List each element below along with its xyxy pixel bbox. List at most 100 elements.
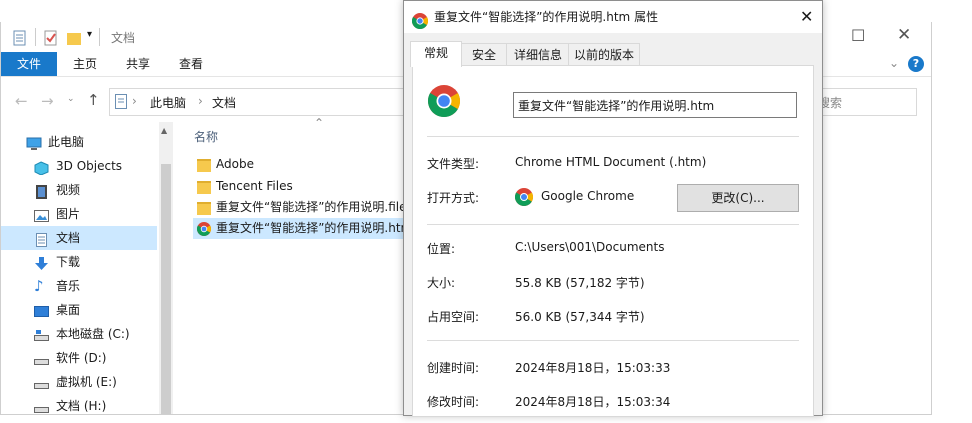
value-location: C:\Users\001\Documents bbox=[515, 240, 665, 254]
nav-item-3d-objects[interactable]: 3D Objects bbox=[1, 154, 157, 178]
nav-item-drive-d[interactable]: 软件 (D:) bbox=[1, 346, 157, 370]
folder-icon bbox=[197, 181, 211, 194]
file-list: 名称 ⌃ Adobe Tencent Files 重复文件“智能选择”的作用说明… bbox=[179, 116, 405, 414]
breadcrumb-documents[interactable]: 文档 bbox=[212, 94, 236, 111]
file-name-field[interactable]: 重复文件“智能选择”的作用说明.htm bbox=[513, 92, 797, 118]
tab-general[interactable]: 常规 bbox=[410, 41, 462, 67]
help-icon[interactable]: ? bbox=[908, 56, 924, 72]
nav-item-music[interactable]: ♪ 音乐 bbox=[1, 274, 157, 298]
nav-label: 软件 (D:) bbox=[56, 351, 107, 365]
label-size: 大小: bbox=[427, 276, 456, 290]
nav-label: 3D Objects bbox=[56, 159, 123, 173]
document-icon bbox=[13, 30, 27, 46]
divider bbox=[427, 340, 799, 341]
list-item[interactable]: Adobe bbox=[193, 154, 405, 175]
drive-icon bbox=[34, 399, 49, 413]
properties-icon[interactable] bbox=[44, 30, 58, 46]
breadcrumb-separator-icon: › bbox=[132, 94, 137, 108]
breadcrumb-this-pc[interactable]: 此电脑 bbox=[150, 94, 186, 111]
properties-dialog: 重复文件“智能选择”的作用说明.htm 属性 ✕ 常规 安全 详细信息 以前的版… bbox=[403, 0, 823, 417]
column-header-name[interactable]: 名称 bbox=[194, 128, 218, 145]
nav-label: 下载 bbox=[56, 255, 81, 269]
dialog-titlebar: 重复文件“智能选择”的作用说明.htm 属性 ✕ bbox=[404, 1, 822, 33]
nav-label: 文档 (H:) bbox=[56, 399, 107, 413]
value-modified: 2024年8月18日，15:03:34 bbox=[515, 395, 671, 409]
nav-item-desktop[interactable]: 桌面 bbox=[1, 298, 157, 322]
nav-item-downloads[interactable]: 下载 bbox=[1, 250, 157, 274]
close-icon[interactable]: ✕ bbox=[897, 25, 911, 45]
folder-icon bbox=[197, 202, 211, 215]
video-icon bbox=[34, 183, 49, 199]
tab-security[interactable]: 安全 bbox=[460, 43, 508, 66]
label-modified: 修改时间: bbox=[427, 395, 480, 409]
nav-item-documents[interactable]: 文档 bbox=[1, 226, 157, 250]
list-item[interactable]: 重复文件“智能选择”的作用说明.files bbox=[193, 197, 405, 218]
music-icon: ♪ bbox=[34, 277, 44, 295]
divider bbox=[427, 136, 799, 137]
file-name: Tencent Files bbox=[216, 179, 293, 193]
navigation-pane: 此电脑 3D Objects 视频 图片 文档 下载 ♪ 音乐 桌面 本地磁盘 … bbox=[1, 122, 173, 414]
value-size: 55.8 KB (57,182 字节) bbox=[515, 276, 645, 290]
divider bbox=[427, 224, 799, 225]
nav-label: 文档 bbox=[56, 231, 81, 245]
nav-label: 图片 bbox=[56, 207, 81, 221]
close-icon[interactable]: ✕ bbox=[800, 1, 813, 33]
sort-ascending-icon: ⌃ bbox=[314, 116, 325, 130]
chrome-icon bbox=[411, 9, 429, 41]
chrome-icon bbox=[515, 188, 533, 209]
nav-item-drive-c[interactable]: 本地磁盘 (C:) bbox=[1, 322, 157, 346]
tab-home[interactable]: 主页 bbox=[73, 52, 97, 76]
maximize-icon[interactable]: ☐ bbox=[851, 26, 865, 45]
download-icon bbox=[34, 255, 49, 270]
recent-locations-icon[interactable]: ⌄ bbox=[67, 94, 75, 104]
nav-scrollbar-thumb[interactable] bbox=[161, 164, 171, 414]
label-created: 创建时间: bbox=[427, 361, 480, 375]
nav-label: 本地磁盘 (C:) bbox=[56, 327, 130, 341]
nav-item-drive-h[interactable]: 文档 (H:) bbox=[1, 394, 157, 418]
nav-label: 此电脑 bbox=[48, 135, 85, 149]
nav-item-drive-e[interactable]: 虚拟机 (E:) bbox=[1, 370, 157, 394]
dialog-title: 重复文件“智能选择”的作用说明.htm 属性 bbox=[434, 10, 659, 24]
file-name: 重复文件“智能选择”的作用说明.files bbox=[216, 200, 405, 214]
value-opens-with: Google Chrome bbox=[541, 189, 635, 203]
computer-icon bbox=[26, 135, 42, 150]
label-file-type: 文件类型: bbox=[427, 157, 480, 171]
drive-icon bbox=[34, 351, 49, 365]
value-file-type: Chrome HTML Document (.htm) bbox=[515, 155, 707, 169]
nav-item-videos[interactable]: 视频 bbox=[1, 178, 157, 202]
drive-icon bbox=[34, 375, 49, 389]
folder-icon bbox=[197, 159, 211, 172]
label-size-on-disk: 占用空间: bbox=[427, 310, 480, 324]
tab-details[interactable]: 详细信息 bbox=[506, 43, 570, 66]
nav-item-pictures[interactable]: 图片 bbox=[1, 202, 157, 226]
expand-ribbon-icon[interactable]: ⌄ bbox=[889, 56, 899, 70]
chrome-icon bbox=[427, 84, 461, 121]
back-icon[interactable]: ← bbox=[15, 92, 28, 110]
up-icon[interactable]: ↑ bbox=[87, 91, 100, 109]
window-title: 文档 bbox=[111, 31, 136, 45]
nav-item-this-pc[interactable]: 此电脑 bbox=[1, 130, 157, 154]
nav-label: 音乐 bbox=[56, 279, 81, 293]
list-item[interactable]: 重复文件“智能选择”的作用说明.htm bbox=[193, 218, 405, 239]
document-icon bbox=[115, 94, 127, 112]
customize-quick-access-icon[interactable]: ▾ bbox=[87, 29, 92, 40]
cube-icon bbox=[34, 159, 49, 176]
value-size-on-disk: 56.0 KB (57,344 字节) bbox=[515, 310, 645, 324]
chrome-icon bbox=[197, 222, 211, 239]
list-item[interactable]: Tencent Files bbox=[193, 176, 405, 197]
desktop-icon bbox=[34, 303, 49, 317]
tab-view[interactable]: 查看 bbox=[179, 52, 203, 76]
new-folder-icon[interactable] bbox=[67, 30, 81, 46]
scroll-up-icon[interactable]: ▲ bbox=[161, 126, 167, 135]
file-name: 重复文件“智能选择”的作用说明.htm bbox=[216, 221, 405, 235]
forward-icon[interactable]: → bbox=[41, 92, 54, 110]
tab-file[interactable]: 文件 bbox=[1, 52, 57, 76]
search-box[interactable]: 搜索 bbox=[813, 88, 917, 116]
tab-previous-versions[interactable]: 以前的版本 bbox=[568, 43, 640, 66]
file-name: Adobe bbox=[216, 157, 254, 171]
change-button[interactable]: 更改(C)... bbox=[677, 184, 799, 212]
label-location: 位置: bbox=[427, 242, 456, 256]
tab-share[interactable]: 共享 bbox=[126, 52, 150, 76]
nav-label: 桌面 bbox=[56, 303, 81, 317]
label-opens-with: 打开方式: bbox=[427, 191, 480, 205]
